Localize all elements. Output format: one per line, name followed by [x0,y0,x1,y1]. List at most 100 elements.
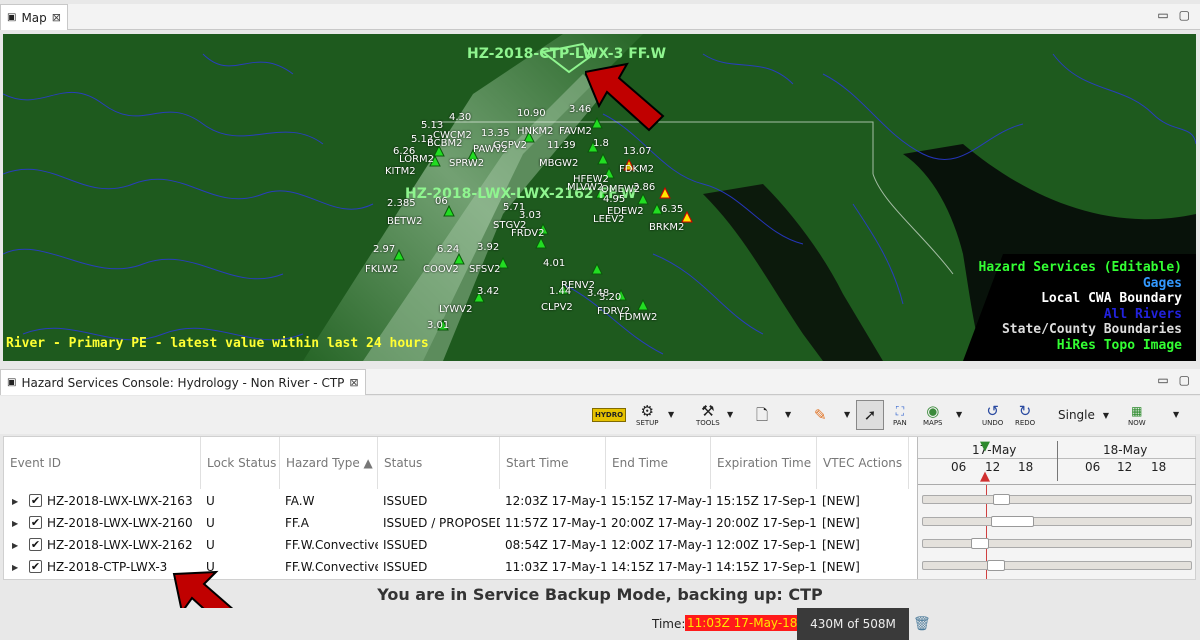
minimize-icon[interactable]: ▭ [1157,8,1168,22]
timeline-panel[interactable]: 17-May 18-May 06 12 18 06 12 18 ▼ ▲ [917,437,1196,579]
maximize-icon[interactable]: ▢ [1179,8,1190,22]
map-tab-close-icon[interactable]: ⊠ [52,11,61,24]
document-dropdown-icon[interactable]: ▼ [785,410,791,419]
setup-dropdown-icon[interactable]: ▼ [668,410,674,419]
redo-button[interactable]: ↻ REDO [1015,400,1035,430]
console-tab[interactable]: ▣ Hazard Services Console: Hydrology - N… [0,369,366,395]
select-button[interactable]: ➚ [856,400,884,430]
legend-gages[interactable]: Gages [979,276,1182,292]
gage-label[interactable]: 6.24 [437,244,459,255]
column-header-lock-status[interactable]: Lock Status [201,437,280,489]
tools-button[interactable]: ⚒ TOOLS [696,400,720,430]
setup-button[interactable]: ⚙ SETUP [636,400,659,430]
gage-label[interactable]: MLVW2 [567,182,603,193]
gage-label[interactable]: 06 [435,196,448,207]
console-maximize-icon[interactable]: ▢ [1179,373,1190,387]
console-tab-close-icon[interactable]: ⊠ [349,376,358,389]
gage-label[interactable]: 11.39 [547,140,576,151]
gage-label[interactable]: 3.20 [599,292,621,303]
table-row[interactable]: ▶ ✔ HZ-2018-CTP-LWX-3 U FF.W.Convective … [4,556,909,578]
row-checkbox[interactable]: ✔ [29,494,42,507]
now-dropdown-icon[interactable]: ▼ [1173,410,1179,419]
map-tab[interactable]: ▣ Map ⊠ [0,4,68,30]
current-time-marker-icon[interactable]: ▼ [980,439,990,454]
maps-button[interactable]: ◉ MAPS [923,400,943,430]
gage-label[interactable]: 13.35 [481,128,510,139]
gage-label[interactable]: SPRW2 [449,158,484,169]
gage-label[interactable]: 4.30 [449,112,471,123]
column-header-status[interactable]: Status [378,437,500,489]
tools-dropdown-icon[interactable]: ▼ [727,410,733,419]
gage-label[interactable]: 10.90 [517,108,546,119]
undo-button[interactable]: ↺ UNDO [982,400,1003,430]
table-row[interactable]: ▶ ✔ HZ-2018-LWX-LWX-2162 U FF.W.Convecti… [4,534,909,556]
gage-label[interactable]: MBGW2 [539,158,578,169]
gage-label[interactable]: CLPV2 [541,302,573,313]
row-expand-icon[interactable]: ▶ [12,490,18,512]
column-header-start-time[interactable]: Start Time [500,437,606,489]
gage-label[interactable]: FKLW2 [365,264,398,275]
legend-local-cwa-boundary[interactable]: Local CWA Boundary [979,291,1182,307]
legend-hires-topo[interactable]: HiRes Topo Image [979,338,1182,354]
table-row[interactable]: ▶ ✔ HZ-2018-LWX-LWX-2163 U FA.W ISSUED 1… [4,490,909,512]
now-button[interactable]: ▦ NOW [1128,400,1146,430]
gage-label[interactable]: 2.385 [387,198,416,209]
gage-label[interactable]: HNKM2 [517,126,554,137]
gage-label[interactable]: FRDV2 [511,228,544,239]
gage-label[interactable]: BCBM2 [427,138,463,149]
event-label-ctp-3[interactable]: HZ-2018-CTP-LWX-3 FF.W [467,46,666,62]
hydro-button[interactable]: HYDRO [592,400,627,430]
gage-label[interactable]: LEEV2 [593,214,624,225]
selected-time-marker-icon[interactable]: ▲ [980,469,990,484]
gage-label[interactable]: KITM2 [385,166,416,177]
gage-label[interactable]: 13.07 [623,146,652,157]
legend-state-county[interactable]: State/County Boundaries [979,322,1182,338]
gage-label[interactable]: LORM2 [399,154,434,165]
gage-label[interactable]: SFSV2 [469,264,500,275]
legend-hazard-services[interactable]: Hazard Services (Editable) [979,260,1183,276]
row-expand-icon[interactable]: ▶ [12,512,18,534]
column-header-hazard-type[interactable]: Hazard Type ▲ [280,437,378,489]
pan-button[interactable]: ⛶ PAN [893,400,907,430]
gage-label[interactable]: BETW2 [387,216,423,227]
column-header-expiration-time[interactable]: Expiration Time [711,437,817,489]
timeline-event-bar[interactable] [992,494,1010,505]
timeline-hour: 06 [951,460,967,474]
table-row[interactable]: ▶ ✔ HZ-2018-LWX-LWX-2160 U FF.A ISSUED /… [4,512,909,534]
gage-label[interactable]: BRKM2 [649,222,684,233]
document-button[interactable]: 🗋 [756,400,768,430]
gage-label[interactable]: 3.42 [477,286,499,297]
timeline-event-bar[interactable] [971,538,989,549]
column-header-event-id[interactable]: Event ID [4,437,201,489]
legend-all-rivers[interactable]: All Rivers [979,307,1182,323]
gage-label[interactable]: 1.8 [593,138,609,149]
row-checkbox[interactable]: ✔ [29,560,42,573]
gage-label[interactable]: 4.01 [543,258,565,269]
column-header-vtec-actions[interactable]: VTEC Actions [817,437,909,489]
gage-label[interactable]: FDMW2 [619,312,657,323]
pencil-dropdown-icon[interactable]: ▼ [844,410,850,419]
column-header-end-time[interactable]: End Time [606,437,711,489]
row-expand-icon[interactable]: ▶ [12,556,18,578]
timeline-event-bar[interactable] [991,516,1034,527]
gage-label[interactable]: 4.95 [603,194,625,205]
memory-usage[interactable]: 430M of 508M [797,608,909,640]
trash-icon[interactable]: 🗑 [913,616,931,632]
row-expand-icon[interactable]: ▶ [12,534,18,556]
console-minimize-icon[interactable]: ▭ [1157,373,1168,387]
gage-label[interactable]: 6.35 [661,204,683,215]
maps-dropdown-icon[interactable]: ▼ [956,410,962,419]
gage-label[interactable]: 3.01 [427,320,449,331]
timeline-event-bar[interactable] [986,560,1006,571]
gage-label[interactable]: COOV2 [423,264,459,275]
row-checkbox[interactable]: ✔ [29,516,42,529]
row-checkbox[interactable]: ✔ [29,538,42,551]
gage-label[interactable]: GCPV2 [493,140,527,151]
gage-label[interactable]: LYWV2 [439,304,472,315]
gage-label[interactable]: 1.44 [549,286,571,297]
pencil-button[interactable]: ✎ [814,400,827,430]
mode-select[interactable]: Single ▼ [1058,400,1109,430]
gage-label[interactable]: 3.92 [477,242,499,253]
gage-label[interactable]: 2.97 [373,244,395,255]
gage-label[interactable]: FDKM2 [619,164,654,175]
